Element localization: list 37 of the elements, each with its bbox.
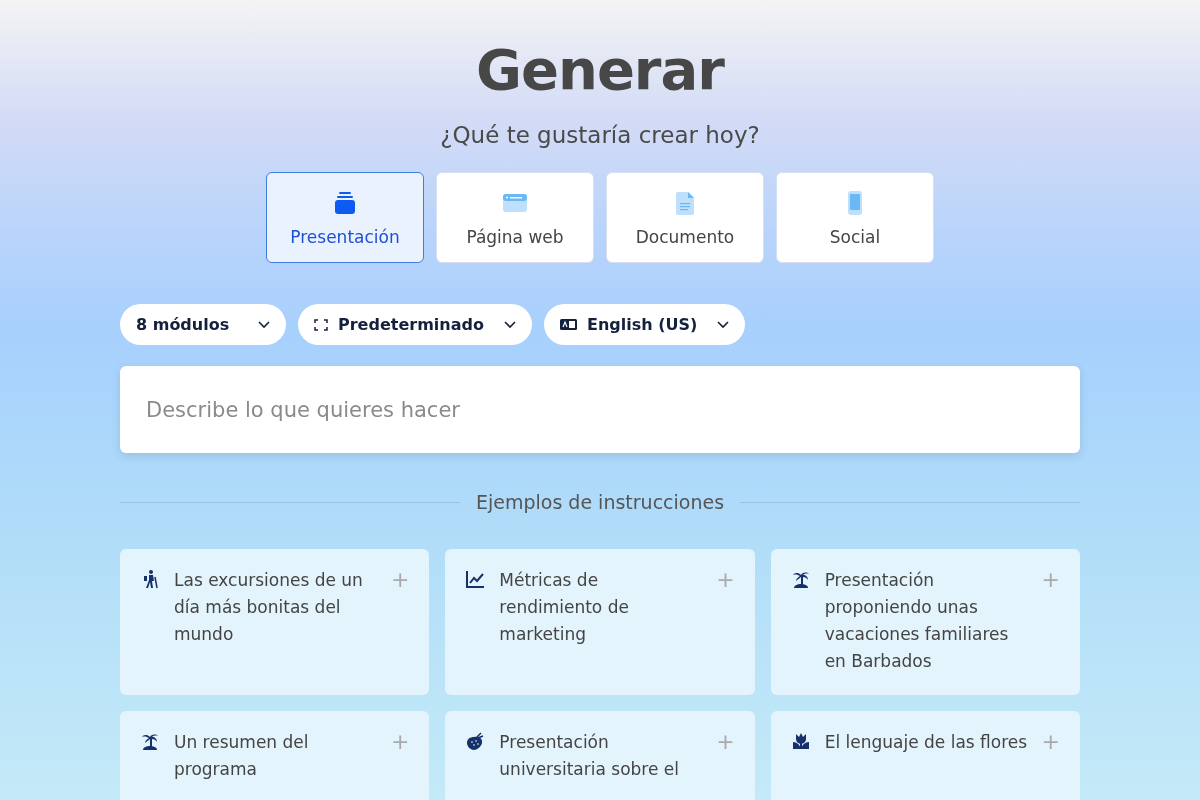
dropdown[interactable]: English (US)	[543, 304, 746, 345]
example-text: El lenguaje de las flores	[824, 731, 1028, 754]
chevron-down-icon	[503, 320, 516, 329]
example-card[interactable]: Presentación proponiendo unas vacaciones familiares en Barbados +	[770, 549, 1080, 695]
page-subtitle: ¿Qué te gustaría crear hoy?	[440, 121, 760, 150]
example-card[interactable]: Las excursiones de un día más bonitas del mundo +	[120, 549, 430, 695]
chevron-down-icon	[258, 320, 270, 329]
dropdown[interactable]: Predeterminado	[298, 304, 532, 345]
plus-icon: +	[716, 731, 735, 753]
tab[interactable]: Página web	[436, 172, 594, 263]
example-text: Presentación universitaria sobre el	[499, 731, 680, 781]
plus-icon: +	[390, 569, 410, 591]
prompt-field[interactable]: Describe lo que quieres hacer	[120, 366, 1080, 453]
example-text: Las excursiones de un día más bonitas del mundo	[174, 569, 364, 646]
dropdown[interactable]: 8 módulos	[120, 304, 286, 345]
example-text: Un resumen del programa	[174, 731, 310, 781]
plus-icon: +	[1041, 731, 1060, 753]
plus-icon: +	[1041, 569, 1060, 591]
tab[interactable]: Presentación	[266, 172, 424, 263]
page-title: Generar	[476, 38, 724, 102]
example-text: Presentación proponiendo unas vacaciones familiares en Barbados	[824, 569, 1010, 673]
example-card[interactable]: Métricas de rendimiento de marketing +	[445, 549, 755, 695]
example-card[interactable]: Un resumen del programa +	[120, 711, 430, 800]
chevron-down-icon	[717, 320, 730, 329]
frame-icon	[314, 318, 328, 331]
tab[interactable]: Documento	[606, 172, 764, 263]
example-card[interactable]: Presentación universitaria sobre el +	[445, 711, 755, 800]
translate-icon	[559, 319, 577, 330]
section-heading: Ejemplos de instrucciones	[475, 491, 725, 513]
plus-icon: +	[390, 731, 410, 753]
tab[interactable]: Social	[776, 172, 934, 263]
tulip-icon	[790, 731, 811, 751]
plus-icon: +	[716, 569, 735, 591]
example-card[interactable]: El lenguaje de las flores +	[770, 711, 1080, 800]
line-chart-icon	[465, 569, 486, 589]
strawberry-icon	[465, 731, 486, 751]
example-text: Métricas de rendimiento de marketing	[499, 569, 630, 646]
